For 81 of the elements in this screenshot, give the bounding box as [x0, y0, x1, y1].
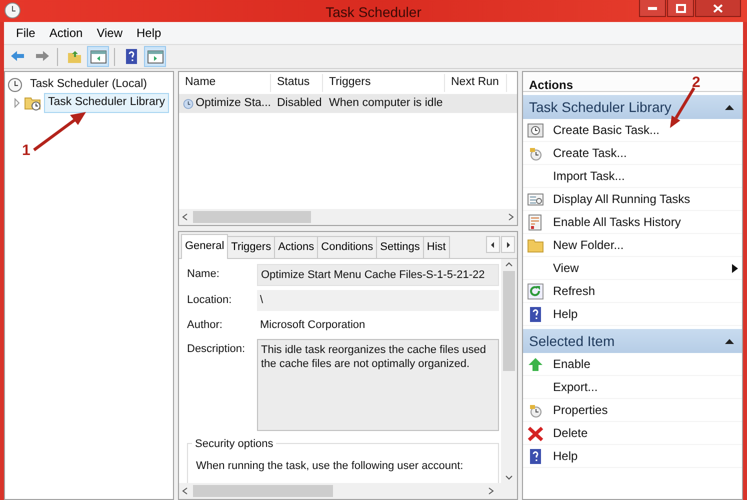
command-link[interactable]: Import Task...: [523, 165, 742, 188]
table-cell: Disabled: [277, 96, 322, 109]
table-cell: When computer is idle: [329, 96, 443, 109]
tree-item[interactable]: Task Scheduler Library: [44, 93, 169, 113]
command-link[interactable]: Display All Running Tasks: [523, 188, 742, 211]
field-label: Description:: [187, 342, 246, 357]
menu-item[interactable]: View: [90, 24, 128, 42]
command-link[interactable]: Help: [523, 303, 742, 326]
section-header[interactable]: Task Scheduler Library: [523, 95, 742, 119]
toolbar-button[interactable]: [87, 46, 109, 67]
command-link[interactable]: Properties: [523, 399, 742, 422]
clock-icon: [4, 2, 21, 19]
close-icon: [713, 4, 723, 12]
tab[interactable]: Hist: [422, 236, 450, 258]
name-field[interactable]: Optimize Start Menu Cache Files-S-1-5-21-22: [257, 264, 499, 286]
folder-icon: [24, 95, 41, 111]
minimize-button[interactable]: [639, 0, 666, 17]
section-title: Selected Item: [529, 332, 615, 350]
author-value: Microsoft Corporation: [259, 318, 366, 332]
up-arrow-icon: [527, 356, 544, 372]
command-link[interactable]: Enable All Tasks History: [523, 211, 742, 234]
tab-scroll-right-button[interactable]: [501, 236, 515, 253]
help-icon: [527, 448, 544, 464]
command-link[interactable]: Create Task...: [523, 142, 742, 165]
help-icon: [527, 306, 544, 322]
vertical-scrollbar[interactable]: [501, 258, 517, 483]
refresh-icon: [527, 282, 544, 300]
column-header[interactable]: Next Run: [445, 74, 507, 92]
horizontal-scrollbar[interactable]: [179, 209, 517, 225]
list-icon: [527, 190, 544, 208]
menu-item[interactable]: File: [10, 24, 42, 42]
tree-item[interactable]: Task Scheduler (Local): [26, 75, 151, 95]
folder-icon: [66, 48, 82, 65]
pane-icon: [90, 48, 106, 65]
maximize-icon: [676, 4, 686, 12]
column-header[interactable]: Triggers: [323, 74, 445, 92]
history-icon: [527, 214, 544, 230]
delete-icon: [527, 424, 544, 442]
folder-icon: [527, 236, 544, 254]
annotation-number: 2: [692, 73, 700, 93]
task-row[interactable]: Optimize Sta... Disabled When computer is idle: [179, 94, 517, 113]
command-link[interactable]: Refresh: [523, 280, 742, 303]
tab[interactable]: General: [181, 234, 228, 258]
section-header[interactable]: Selected Item: [523, 329, 742, 353]
command-link[interactable]: View: [523, 257, 742, 280]
field-label: Author:: [187, 318, 224, 332]
column-header[interactable]: Status: [271, 74, 323, 92]
collapse-icon[interactable]: [725, 104, 734, 110]
annotation-number: 1: [22, 141, 30, 161]
column-header[interactable]: Name: [179, 74, 271, 92]
scroll-right-icon: [504, 240, 512, 248]
window-title: Task Scheduler: [326, 3, 422, 22]
task-icon: [527, 122, 544, 138]
field-label: Location:: [187, 293, 233, 308]
clock-icon: [7, 77, 23, 93]
expand-icon[interactable]: [13, 98, 21, 108]
section-title: Task Scheduler Library: [529, 98, 672, 117]
group-title: Security options: [192, 436, 276, 452]
minimize-icon: [648, 6, 657, 10]
toolbar-button[interactable]: [144, 46, 166, 67]
security-text: When running the task, use the following user account:: [196, 459, 464, 474]
scroll-left-icon: [489, 240, 497, 248]
maximize-button[interactable]: [667, 0, 694, 17]
menu-item[interactable]: Help: [130, 24, 168, 42]
annotation-arrow: [32, 110, 88, 154]
command-link[interactable]: New Folder...: [523, 234, 742, 257]
horizontal-scrollbar[interactable]: [179, 483, 517, 499]
command-link[interactable]: Enable: [523, 353, 742, 376]
pane-icon: [146, 48, 164, 65]
command-link[interactable]: Delete: [523, 422, 742, 445]
field-label: Name:: [187, 266, 220, 282]
collapse-icon[interactable]: [725, 338, 734, 344]
location-field[interactable]: \: [257, 290, 499, 310]
command-link[interactable]: Help: [523, 445, 742, 468]
description-field[interactable]: This idle task reorganizes the cache files used the cache files are not optimally organized.: [257, 339, 499, 431]
clock-icon: [183, 96, 194, 110]
close-button[interactable]: [695, 0, 741, 17]
tab-scroll-left-button[interactable]: [486, 236, 500, 253]
command-link[interactable]: Export...: [523, 376, 742, 399]
table-cell-text: Optimize Sta...: [196, 96, 271, 111]
menu-item[interactable]: Action: [43, 24, 89, 42]
